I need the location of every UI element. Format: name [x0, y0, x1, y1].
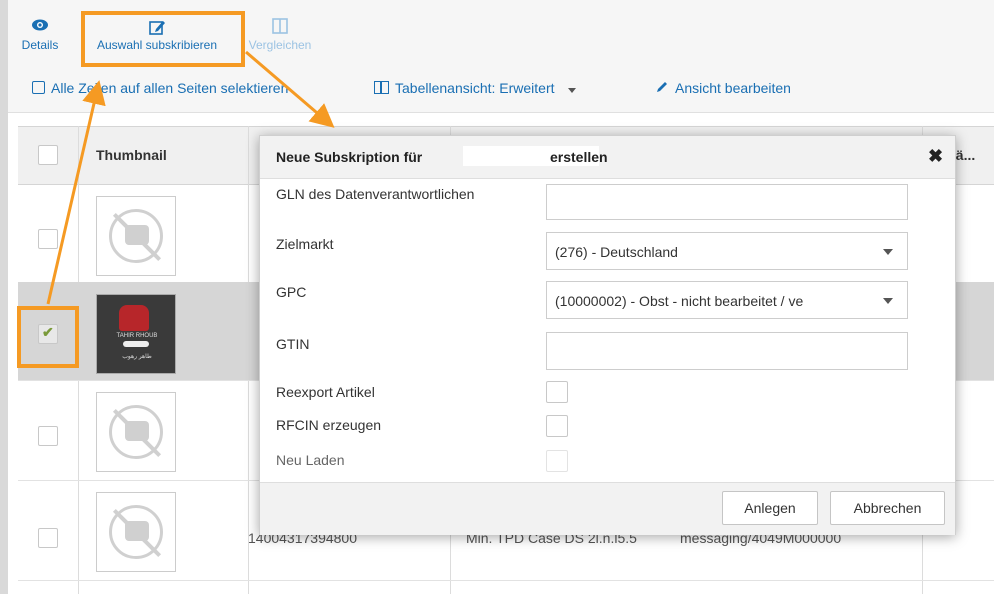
target-market-select[interactable]: (276) - Deutschland: [546, 232, 908, 270]
gtin-label: GTIN: [276, 336, 310, 352]
dialog-footer: Anlegen Abbrechen: [260, 482, 955, 535]
reload-checkbox[interactable]: [546, 450, 568, 472]
rfcin-checkbox[interactable]: [546, 415, 568, 437]
dialog-title-prefix: Neue Subskription für: [276, 149, 423, 165]
target-market-value: (276) - Deutschland: [555, 244, 678, 260]
no-image-icon: [96, 392, 176, 472]
compare-button[interactable]: Vergleichen: [240, 18, 320, 52]
reexport-label: Reexport Artikel: [276, 384, 375, 400]
compare-icon: [240, 18, 320, 38]
chevron-down-icon: [883, 298, 893, 304]
compare-label: Vergleichen: [248, 38, 312, 52]
gln-label: GLN des Datenverantwortlichen: [276, 186, 475, 202]
target-market-label: Zielmarkt: [276, 236, 334, 252]
chevron-down-icon: [568, 88, 577, 93]
thumb-brand-text: TAHIR RHOUB: [116, 333, 158, 339]
reexport-checkbox[interactable]: [546, 381, 568, 403]
dialog-header: Neue Subskription für erstellen ✖: [260, 136, 955, 179]
gpc-value: (10000002) - Obst - nicht bearbeitet / v…: [555, 293, 804, 309]
row-checkbox[interactable]: [38, 229, 58, 249]
chevron-down-icon: [883, 249, 893, 255]
gpc-select[interactable]: (10000002) - Obst - nicht bearbeitet / v…: [546, 281, 908, 319]
pencil-icon: [656, 80, 669, 96]
thumbnail-column-header: Thumbnail: [96, 147, 167, 163]
product-image: TAHIR RHOUB طاهر رهوب: [96, 294, 176, 374]
select-all-label: Alle Zeilen auf allen Seiten selektieren: [51, 80, 289, 96]
table-icon: [374, 81, 389, 94]
checkbox-icon: [32, 81, 45, 94]
row-checkbox[interactable]: [38, 426, 58, 446]
select-all-toggle[interactable]: Alle Zeilen auf allen Seiten selektieren: [32, 80, 288, 96]
gpc-label: GPC: [276, 284, 307, 300]
rfcin-label: RFCIN erzeugen: [276, 417, 382, 433]
details-button[interactable]: Details: [16, 18, 64, 52]
thumb-arabic-text: طاهر رهوب: [122, 354, 152, 360]
edit-view-label: Ansicht bearbeiten: [675, 80, 791, 96]
row-checkbox[interactable]: [38, 528, 58, 548]
create-button[interactable]: Anlegen: [722, 491, 818, 525]
checkbox-highlight: [17, 306, 79, 368]
table-view-label: Tabellenansicht: Erweitert: [395, 80, 555, 96]
no-image-icon: [96, 492, 176, 572]
reload-label: Neu Laden: [276, 452, 345, 468]
no-image-icon: [96, 196, 176, 276]
details-label: Details: [21, 38, 59, 52]
close-icon[interactable]: ✖: [928, 146, 943, 167]
gtin-input[interactable]: [546, 332, 908, 370]
cancel-button[interactable]: Abbrechen: [830, 491, 945, 525]
select-all-rows-checkbox[interactable]: [38, 145, 58, 165]
new-subscription-dialog: Neue Subskription für erstellen ✖ GLN de…: [259, 135, 956, 535]
subscribe-highlight: [81, 11, 245, 67]
dialog-title-suffix: erstellen: [550, 149, 608, 165]
eye-icon: [16, 18, 64, 38]
edit-view-button[interactable]: Ansicht bearbeiten: [656, 80, 791, 96]
gln-input[interactable]: [546, 184, 908, 220]
left-edge: [0, 0, 8, 594]
table-view-dropdown[interactable]: Tabellenansicht: Erweitert: [374, 80, 577, 96]
